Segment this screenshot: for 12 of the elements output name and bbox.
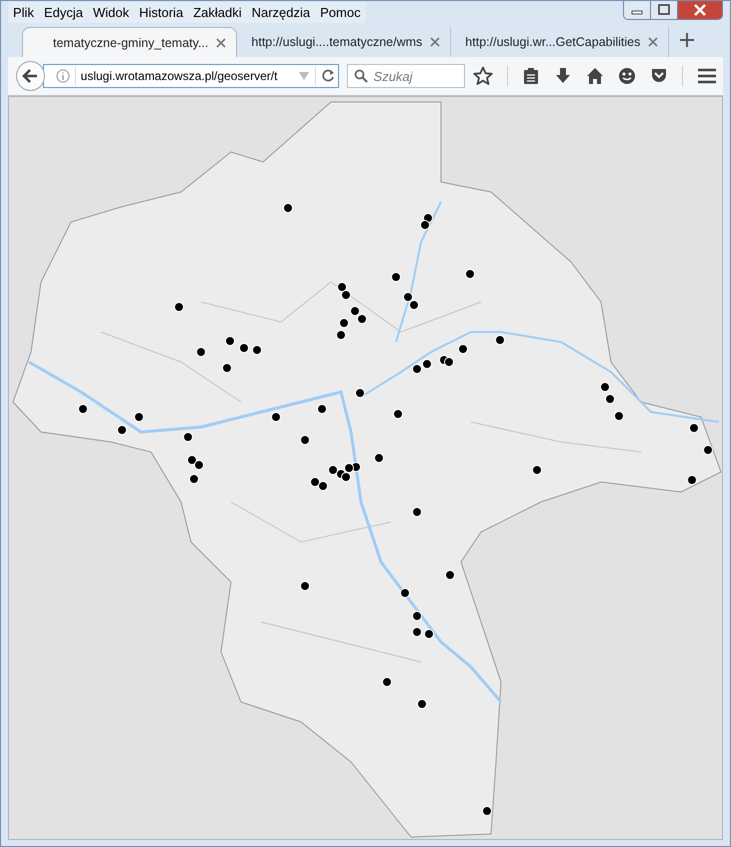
browser-tab[interactable]: tematyczne-gminy_tematy... (22, 27, 238, 57)
address-field[interactable]: uslugi.wrotamazowsza.pl/geoserver/t (80, 69, 293, 83)
search-field[interactable]: Szukaj (374, 68, 464, 84)
menu-item[interactable]: Historia (134, 4, 188, 20)
menu-item[interactable]: Plik (8, 4, 39, 20)
menu-item[interactable]: Pomoc (315, 4, 366, 20)
menu-item[interactable]: Edycja (38, 4, 88, 20)
menu-item[interactable]: Narzędzia (246, 4, 316, 20)
address-bar[interactable]: uslugi.wrotamazowsza.pl/geoserver/t (42, 64, 339, 88)
menu-item[interactable]: Zakładki (188, 4, 247, 20)
menu-item[interactable]: Widok (88, 4, 134, 20)
search-bar[interactable]: Szukaj (346, 64, 465, 88)
